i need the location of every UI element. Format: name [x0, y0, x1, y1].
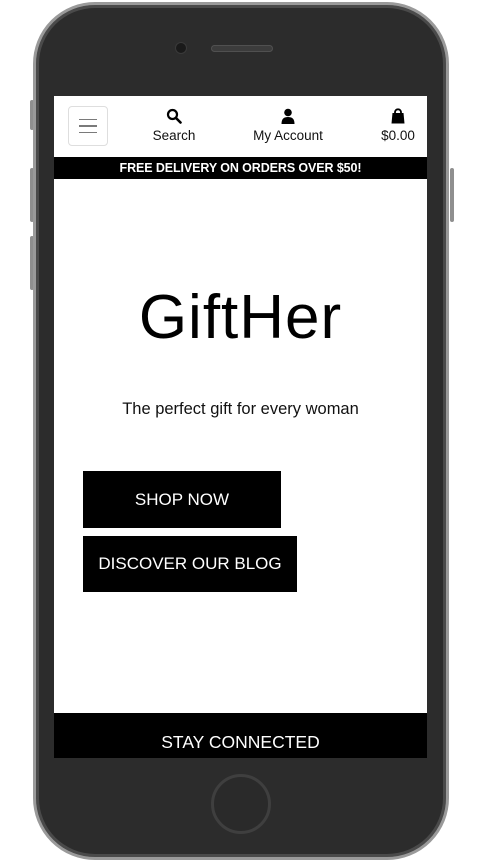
shopping-bag-icon — [391, 108, 405, 124]
user-icon — [281, 108, 295, 124]
brand-title: GiftHer — [138, 283, 343, 352]
search-icon — [166, 108, 182, 124]
my-account-link[interactable]: My Account — [246, 108, 330, 143]
hero-tagline: The perfect gift for every woman — [122, 400, 359, 418]
hamburger-menu-icon — [79, 118, 97, 121]
shopping-bag-link[interactable]: $0.00 — [375, 108, 421, 143]
shop-now-button[interactable]: SHOP NOW — [83, 471, 281, 528]
earpiece-speaker — [211, 45, 273, 52]
hero-section: GiftHer The perfect gift for every woman… — [54, 179, 427, 713]
stay-connected-footer: STAY CONNECTED — [54, 713, 427, 758]
top-navbar: Search My Account $0.00 — [54, 96, 427, 157]
discover-blog-button[interactable]: DISCOVER OUR BLOG — [83, 536, 297, 592]
home-button[interactable] — [211, 774, 271, 834]
device-mockup: Search My Account $0.00 FREE DELIVERY ON… — [0, 0, 483, 865]
search-link[interactable]: Search — [150, 108, 198, 143]
phone-power-button — [450, 168, 454, 222]
hamburger-menu-icon-line — [79, 125, 97, 127]
my-account-label: My Account — [253, 128, 323, 143]
free-delivery-banner: FREE DELIVERY ON ORDERS OVER $50! — [54, 157, 427, 179]
hamburger-menu-icon-line — [79, 131, 97, 134]
phone-screen: Search My Account $0.00 FREE DELIVERY ON… — [54, 96, 427, 758]
bag-total: $0.00 — [381, 128, 415, 143]
search-label: Search — [152, 128, 196, 143]
hamburger-menu-button[interactable] — [68, 106, 108, 146]
front-camera — [176, 43, 186, 53]
